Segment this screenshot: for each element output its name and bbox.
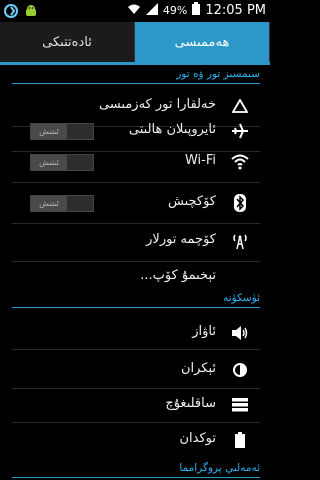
- wifi-toggle[interactable]: ئىتىش: [30, 154, 94, 171]
- speaker-icon: [230, 323, 250, 343]
- section-rule: [12, 477, 260, 478]
- wifi-status-icon: [127, 3, 141, 18]
- bluetooth-icon: [230, 193, 250, 213]
- status-bar: 49% 12:05 PM: [0, 0, 270, 22]
- settings-item-label: Wi-Fi: [184, 153, 216, 168]
- settings-item-label: تېخىمۇ كۆپ...: [140, 268, 216, 283]
- bluetooth-toggle[interactable]: ئىتىش: [30, 195, 94, 212]
- signal-tower-icon: [230, 231, 250, 251]
- settings-item-label: كۆچمە تورلار: [146, 232, 216, 247]
- sync-icon: [4, 3, 18, 22]
- settings-item-label: توكدان: [179, 431, 216, 446]
- settings-item-label: ساقلىغۇچ: [165, 396, 216, 411]
- section-rule: [12, 307, 260, 308]
- settings-item-wifi[interactable]: ئىتىش Wi-Fi: [12, 142, 260, 182]
- settings-item-bluetooth[interactable]: ئىتىش كۆكچىش: [12, 183, 260, 223]
- android-icon: [24, 3, 38, 22]
- airplane-mode-toggle[interactable]: ئىتىش: [30, 123, 94, 140]
- battery-percent: 49%: [162, 3, 188, 17]
- settings-item-sound[interactable]: ئاۋاز: [12, 313, 260, 353]
- section-rule: [12, 83, 260, 84]
- toggle-knob: ئىتىش: [31, 196, 67, 211]
- settings-item-more[interactable]: تېخىمۇ كۆپ...: [12, 257, 260, 297]
- toggle-knob: ئىتىش: [31, 155, 67, 170]
- airplane-icon: [230, 121, 250, 141]
- settings-item-display[interactable]: ئېكران: [12, 350, 260, 390]
- battery-status-icon: [192, 2, 201, 18]
- wifi-icon: [230, 152, 250, 172]
- tab-bar: ئادەتتىكى ھەممىسى: [0, 22, 270, 62]
- toggle-knob: ئىتىش: [31, 124, 67, 139]
- tab-indicator: [0, 62, 270, 65]
- signal-icon: [145, 2, 158, 18]
- settings-item-mobile-networks[interactable]: كۆچمە تورلار: [12, 221, 260, 261]
- tab-general[interactable]: ئادەتتىكى: [0, 22, 135, 62]
- tab-all[interactable]: ھەممىسى: [135, 22, 270, 62]
- settings-item-label: خەلقارا تور كەزمىسى: [98, 97, 216, 112]
- display-brightness-icon: [230, 360, 250, 380]
- settings-item-battery[interactable]: توكدان: [12, 420, 260, 460]
- settings-item-storage[interactable]: ساقلىغۇچ: [12, 385, 260, 425]
- settings-item-label: ئاۋاز: [192, 324, 216, 339]
- settings-item-label: ئايروپىلان ھالىتى: [128, 122, 216, 137]
- storage-icon: [230, 395, 250, 415]
- battery-icon: [230, 430, 250, 450]
- settings-item-label: كۆكچىش: [168, 194, 216, 209]
- settings-item-label: ئېكران: [180, 361, 216, 376]
- clock: 12:05 PM: [205, 2, 266, 18]
